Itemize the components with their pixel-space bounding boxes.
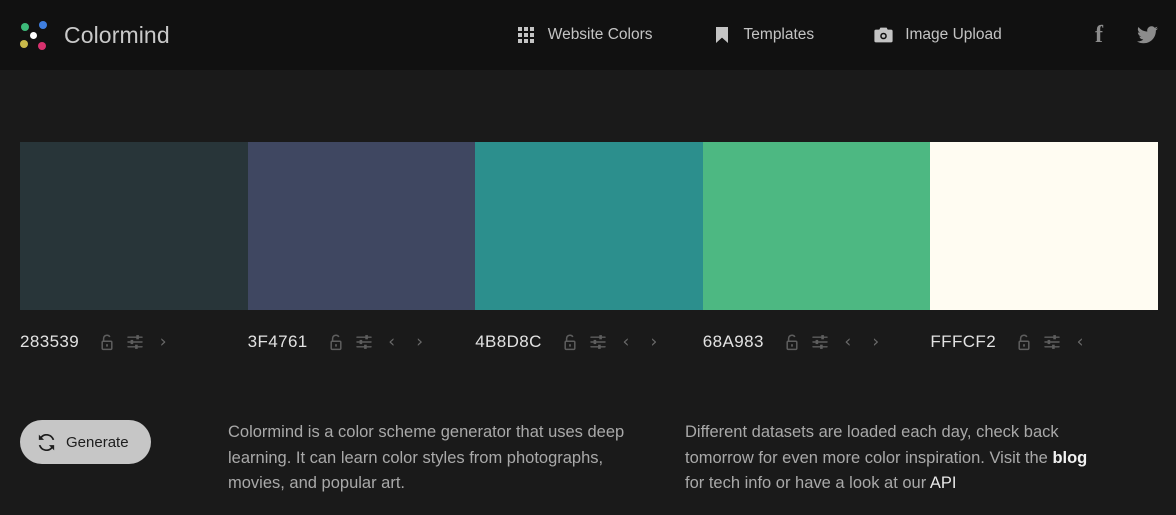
description-left: Colormind is a color scheme generator th… [228, 420, 638, 497]
next-color-button[interactable]: › [862, 328, 890, 356]
top-navigation-bar: Colormind Website Colors Templates [0, 0, 1176, 70]
brand-logo-link[interactable]: Colormind [18, 19, 170, 51]
sliders-icon[interactable] [121, 328, 149, 356]
unlocked-padlock-icon[interactable] [778, 328, 806, 356]
nav-item-image-upload[interactable]: Image Upload [874, 26, 1002, 45]
swatch-control-group: 283539 › [20, 325, 248, 359]
hex-value[interactable]: 4B8D8C [475, 332, 542, 352]
sliders-icon[interactable] [584, 328, 612, 356]
nav-item-label: Templates [744, 26, 815, 44]
next-color-button[interactable]: › [406, 328, 434, 356]
hex-value[interactable]: 68A983 [703, 332, 764, 352]
unlocked-padlock-icon[interactable] [93, 328, 121, 356]
nav-item-website-colors[interactable]: Website Colors [517, 26, 653, 45]
camera-icon [874, 26, 893, 45]
prev-color-button[interactable]: ‹ [378, 328, 406, 356]
twitter-icon[interactable] [1136, 24, 1158, 46]
color-swatch[interactable] [930, 142, 1158, 310]
color-swatch[interactable] [248, 142, 476, 310]
sliders-icon[interactable] [806, 328, 834, 356]
swatch-control-group: 4B8D8C ‹ › [475, 325, 703, 359]
prev-color-button[interactable]: ‹ [1066, 328, 1094, 356]
hex-value[interactable]: FFFCF2 [930, 332, 996, 352]
social-links: f [1088, 24, 1158, 46]
swatch-control-group: 3F4761 ‹ › [248, 325, 476, 359]
colormind-dots-logo-icon [18, 19, 50, 51]
prev-color-button[interactable]: ‹ [834, 328, 862, 356]
prev-color-button[interactable]: ‹ [612, 328, 640, 356]
nav-item-label: Website Colors [548, 26, 653, 44]
refresh-icon [38, 434, 55, 451]
unlocked-padlock-icon[interactable] [1010, 328, 1038, 356]
nav-item-templates[interactable]: Templates [713, 26, 815, 45]
hex-value[interactable]: 283539 [20, 332, 79, 352]
color-palette [20, 142, 1158, 310]
sliders-icon[interactable] [350, 328, 378, 356]
swatch-control-group: FFFCF2 ‹ [930, 325, 1158, 359]
color-swatch[interactable] [475, 142, 703, 310]
color-swatch[interactable] [20, 142, 248, 310]
brand-name: Colormind [64, 22, 170, 49]
facebook-icon[interactable]: f [1088, 24, 1110, 46]
bookmark-icon [713, 26, 732, 45]
description-right: Different datasets are loaded each day, … [685, 420, 1095, 497]
next-color-button[interactable]: › [640, 328, 668, 356]
unlocked-padlock-icon[interactable] [322, 328, 350, 356]
main-nav: Website Colors Templates Image Upload [517, 26, 1002, 45]
description-right-part2: for tech info or have a look at our [685, 474, 930, 492]
unlocked-padlock-icon[interactable] [556, 328, 584, 356]
swatch-control-group: 68A983 ‹ › [703, 325, 931, 359]
hex-value[interactable]: 3F4761 [248, 332, 308, 352]
blog-link[interactable]: blog [1052, 449, 1087, 467]
palette-controls: 283539 › 3F4761 [20, 325, 1158, 359]
sliders-icon[interactable] [1038, 328, 1066, 356]
grid-icon [517, 26, 536, 45]
api-link[interactable]: API [930, 474, 957, 492]
generate-area: Generate [0, 420, 228, 464]
next-color-button[interactable]: › [149, 328, 177, 356]
bottom-section: Generate Colormind is a color scheme gen… [0, 420, 1176, 497]
description-right-part1: Different datasets are loaded each day, … [685, 423, 1059, 467]
generate-button[interactable]: Generate [20, 420, 151, 464]
color-swatch[interactable] [703, 142, 931, 310]
nav-item-label: Image Upload [905, 26, 1002, 44]
generate-button-label: Generate [66, 434, 129, 451]
